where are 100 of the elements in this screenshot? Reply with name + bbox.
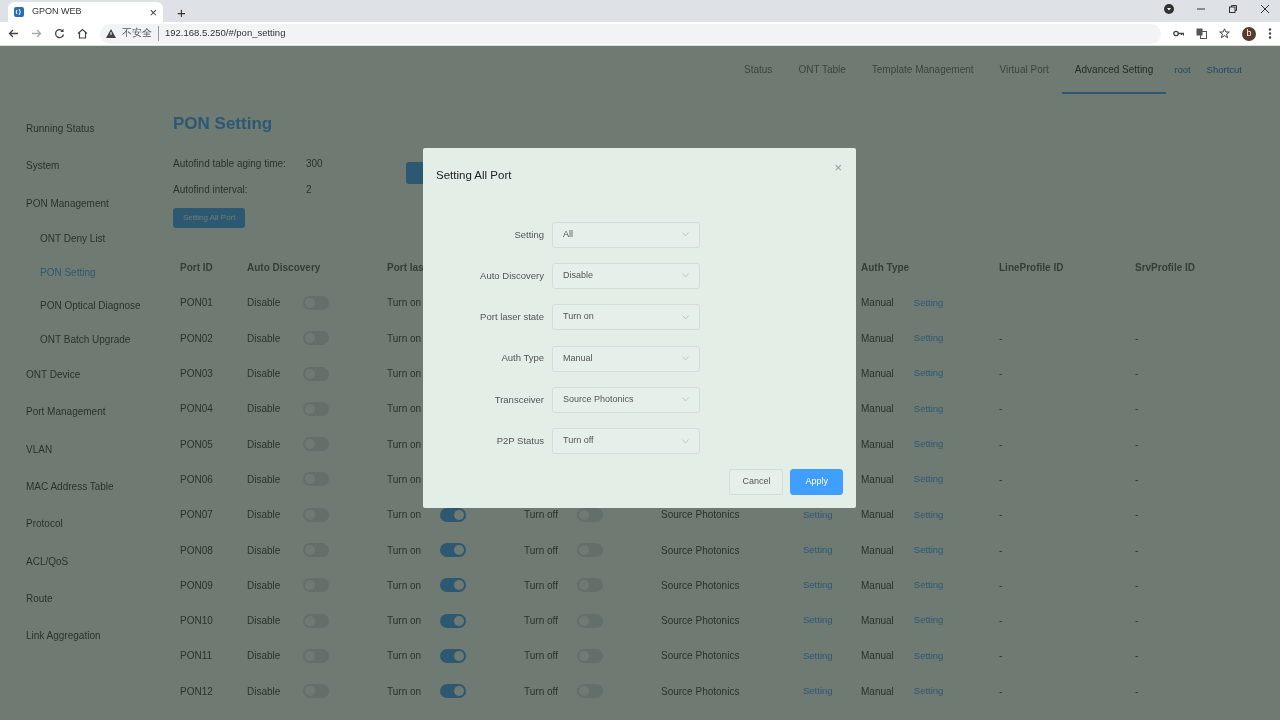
table-cell-text: - (999, 331, 1003, 346)
header-link[interactable]: Shortcut (1198, 46, 1250, 94)
table-cell-text: Disable (247, 614, 281, 629)
setting-link[interactable]: Setting (803, 542, 833, 558)
toggle-switch[interactable] (440, 578, 466, 593)
setting-link[interactable]: Setting (913, 578, 944, 593)
field-label: Autofind table aging time: (173, 156, 287, 171)
setting-link[interactable]: Setting (913, 613, 944, 628)
setting-link[interactable]: Setting (803, 507, 833, 522)
select-field[interactable]: Source Photonics (552, 386, 700, 413)
table-cell-text: Turn on (387, 331, 422, 346)
cancel-button[interactable]: Cancel (729, 469, 784, 495)
star-icon[interactable] (1219, 28, 1230, 39)
sidebar-item[interactable]: ONT Device (26, 355, 173, 394)
table-cell-text: Manual (861, 508, 894, 523)
table-cell-text: PON03 (180, 367, 213, 382)
table-cell-text: Turn off (524, 684, 558, 699)
sidebar-item[interactable]: VLAN (26, 430, 173, 468)
field-label: Autofind interval: (173, 182, 249, 197)
table-cell-text: Turn on (387, 649, 422, 664)
new-tab-button[interactable]: + (163, 5, 196, 22)
nav-tab[interactable]: Advanced Setting (1061, 46, 1167, 94)
setting-link[interactable]: Setting (913, 648, 944, 664)
setting-link[interactable]: Setting (913, 366, 944, 381)
sidebar-item[interactable]: Running Status (26, 110, 173, 148)
menu-icon[interactable] (1268, 28, 1272, 39)
sidebar-item[interactable]: PON Management (26, 184, 173, 222)
key-icon[interactable] (1173, 28, 1184, 39)
setting-link[interactable]: Setting (913, 401, 944, 416)
close-icon[interactable] (1260, 4, 1270, 14)
table-cell-text: - (1135, 402, 1139, 417)
sidebar-subitem[interactable]: ONT Batch Upgrade (26, 322, 173, 356)
toggle-switch[interactable] (440, 684, 466, 699)
close-button[interactable]: × (834, 158, 842, 178)
table-cell-text: Manual (861, 614, 894, 629)
sidebar-item[interactable]: Route (26, 579, 173, 617)
table-cell-text: PON07 (180, 508, 213, 523)
table-cell-text: - (1135, 614, 1139, 629)
sidebar-item[interactable]: Port Management (26, 393, 173, 431)
setting-link[interactable]: Setting (913, 472, 944, 487)
home-icon[interactable] (77, 28, 88, 39)
sidebar-item[interactable]: Link Aggregation (26, 616, 173, 655)
setting-link[interactable]: Setting (803, 684, 833, 699)
sidebar-subitem[interactable]: ONT Deny List (26, 221, 173, 256)
sidebar-item[interactable]: Protocol (26, 505, 173, 543)
sidebar-item[interactable]: System (26, 147, 173, 185)
table-cell-text: Turn on (387, 508, 422, 523)
table-cell-text: Manual (861, 367, 894, 382)
sidebar-subitem[interactable]: PON Optical Diagnose (26, 288, 173, 323)
table-cell-text: - (1135, 437, 1139, 452)
select-field[interactable]: Manual (552, 345, 700, 372)
table-cell-text: Disable (247, 508, 281, 523)
select-field[interactable]: Turn on (552, 304, 700, 331)
table-cell-text: Turn on (387, 614, 422, 629)
restore-icon[interactable] (1228, 4, 1238, 14)
sidebar-item[interactable]: MAC Address Table (26, 467, 173, 506)
close-tab-button[interactable]: × (149, 5, 157, 19)
table-cell-text: Source Photonics (661, 649, 740, 664)
sidebar-item[interactable]: ACL/QoS (26, 542, 173, 580)
setting-link[interactable]: Setting (803, 613, 833, 628)
table-cell-text: Turn on (387, 472, 422, 487)
setting-link[interactable]: Setting (913, 684, 944, 699)
address-bar[interactable]: 不安全 192.168.5.250/#/pon_setting (100, 23, 1161, 44)
reload-icon[interactable] (54, 28, 65, 39)
table-cell-text: Source Photonics (661, 543, 740, 558)
column-header: Port las (387, 261, 424, 276)
table-cell-text: - (1135, 367, 1139, 382)
setting-link[interactable]: Setting (803, 578, 833, 593)
setting-link[interactable]: Setting (913, 295, 944, 311)
toggle-switch[interactable] (440, 613, 466, 628)
forward-icon[interactable] (31, 28, 42, 39)
table-cell-text: Turn on (387, 402, 422, 417)
setting-link[interactable]: Setting (913, 437, 944, 452)
caret-icon (682, 397, 689, 403)
table-cell-text: Manual (861, 578, 894, 593)
page-title: PON Setting (173, 114, 274, 135)
setting-link[interactable]: Setting (803, 648, 833, 664)
back-icon[interactable] (8, 28, 19, 39)
table-cell-text: PON01 (180, 296, 213, 311)
setting-link[interactable]: Setting (913, 331, 944, 346)
sidebar-subitem[interactable]: PON Setting (26, 255, 173, 289)
select-field[interactable]: All (552, 221, 700, 248)
security-label: 不安全 (122, 26, 159, 41)
translate-icon[interactable] (1196, 28, 1207, 39)
column-header: Auth Type (861, 261, 910, 276)
table-cell-text: Turn on (387, 367, 422, 382)
toggle-switch[interactable] (440, 648, 466, 663)
apply-button[interactable]: Apply (790, 469, 843, 495)
tab-search-icon[interactable] (1164, 4, 1174, 14)
table-cell-text: - (999, 543, 1003, 558)
profile-avatar[interactable]: b (1242, 26, 1256, 41)
select-field[interactable]: Disable (552, 262, 700, 289)
table-cell-text: - (999, 578, 1003, 593)
toggle-switch[interactable] (440, 543, 466, 557)
setting-link[interactable]: Setting (913, 507, 944, 522)
table-cell-text: Disable (247, 578, 281, 593)
setting-link[interactable]: Setting (913, 542, 944, 558)
browser-tab[interactable]: GPON WEB × (8, 2, 163, 22)
header-link[interactable]: root (1166, 46, 1199, 94)
select-field[interactable]: Turn off (552, 428, 700, 455)
